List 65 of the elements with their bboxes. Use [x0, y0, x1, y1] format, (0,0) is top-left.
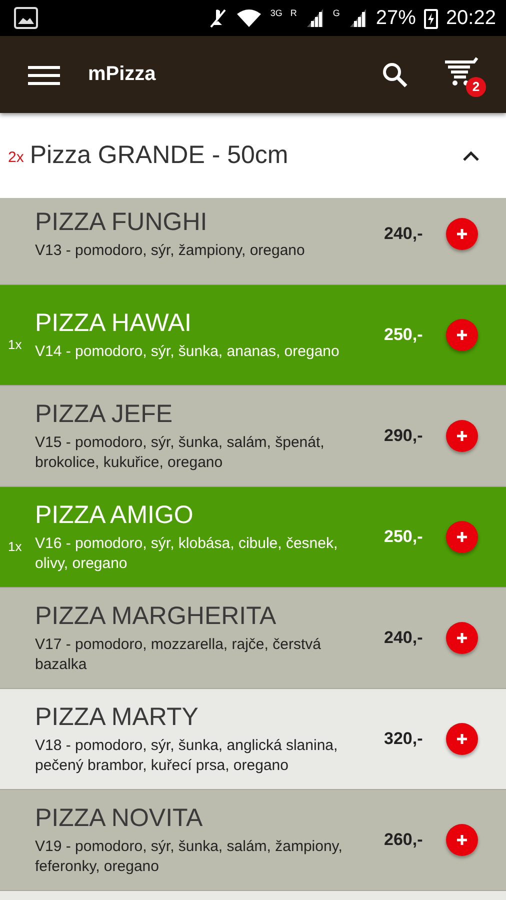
menu-item[interactable]: PIZZA FUNGHI V13 - pomodoro, sýr, žampiony, oregano 240,- [0, 198, 506, 285]
plus-icon [456, 834, 468, 846]
category-count: 2x [8, 149, 24, 166]
item-name: PIZZA NOVITA [35, 804, 204, 832]
signal-icon [348, 7, 368, 29]
item-name: PIZZA MARTY [35, 702, 200, 732]
item-description: V13 - pomodoro, sýr, žampiony, oregano [35, 240, 306, 260]
item-count: 1x [8, 539, 23, 554]
item-name: PIZZA AMIGO [35, 500, 194, 530]
menu-icon [28, 64, 60, 86]
item-name: PIZZA MARGHERITA [35, 602, 278, 630]
item-name: PIZZA JEFE [35, 400, 174, 428]
item-description: V18 - pomodoro, sýr, šunka, anglická slanina, pečený brambor, kuřecí prsa, oregano [35, 736, 339, 776]
add-button[interactable] [446, 824, 478, 856]
add-button[interactable] [446, 420, 478, 452]
item-description: V19 - pomodoro, sýr, šunka, salám, žampiony, feferonky, oregano [35, 836, 344, 876]
item-price: 290,- [384, 426, 424, 446]
menu-item[interactable]: 1x PIZZA AMIGO V16 - pomodoro, sýr, klobása, cibule, česnek, olivy, oregano 250,- [0, 487, 506, 588]
item-price: 240,- [384, 628, 424, 648]
menu-item[interactable]: PIZZA NOVITA V19 - pomodoro, sýr, šunka, salám, žampiony, feferonky, oregano 260,- [0, 790, 506, 891]
add-button[interactable] [446, 622, 478, 654]
image-icon [14, 7, 38, 29]
item-description: V16 - pomodoro, sýr, klobása, cibule, česnek, olivy, oregano [35, 534, 339, 574]
plus-icon [456, 733, 468, 745]
item-price: 250,- [384, 325, 424, 345]
network-label: G [332, 8, 340, 18]
cart-button[interactable]: 2 [442, 52, 486, 96]
item-price: 260,- [384, 830, 424, 850]
battery-icon [424, 7, 438, 29]
mute-icon [208, 7, 228, 29]
item-price: 320,- [384, 729, 424, 749]
plus-icon [456, 632, 468, 644]
item-name: PIZZA FUNGHI [35, 208, 208, 236]
app-title: mPizza [88, 63, 157, 86]
search-icon [382, 62, 408, 88]
wifi-icon [236, 8, 262, 28]
item-count: 1x [8, 337, 23, 352]
item-price: 240,- [384, 224, 424, 244]
clock: 20:22 [446, 6, 496, 30]
plus-icon [456, 430, 468, 442]
signal-icon [304, 7, 325, 29]
item-price: 250,- [384, 527, 424, 547]
chevron-up-icon [462, 150, 480, 162]
search-button[interactable] [382, 62, 408, 88]
item-description: V14 - pomodoro, sýr, šunka, ananas, oregano [35, 342, 340, 362]
item-description: V17 - pomodoro, mozzarella, rajče, čerstvá bazalka [35, 634, 322, 674]
add-button[interactable] [446, 521, 478, 553]
menu-button[interactable] [28, 64, 60, 86]
menu-item[interactable]: PIZZA MARGHERITA V17 - pomodoro, mozzarella, rajče, čerstvá bazalka 240,- [0, 588, 506, 689]
roaming-label: R [290, 8, 297, 18]
category-title: Pizza GRANDE - 50cm [30, 141, 290, 170]
plus-icon [456, 329, 468, 341]
item-description: V15 - pomodoro, sýr, šunka, salám, špenát, brokolice, kukuřice, oregano [35, 432, 326, 472]
collapse-button[interactable] [462, 150, 480, 162]
battery-percent: 27% [376, 6, 416, 30]
add-button[interactable] [446, 319, 478, 351]
menu-item[interactable]: 1x PIZZA HAWAI V14 - pomodoro, sýr, šunka, ananas, oregano 250,- [0, 285, 506, 386]
add-button[interactable] [446, 218, 478, 250]
menu-item[interactable]: PIZZA JEFE V15 - pomodoro, sýr, šunka, salám, špenát, brokolice, kukuřice, oregano 290,- [0, 386, 506, 487]
plus-icon [456, 228, 468, 240]
add-button[interactable] [446, 723, 478, 755]
cart-count-badge: 2 [466, 76, 486, 96]
plus-icon [456, 531, 468, 543]
network-label: 3G [270, 8, 282, 18]
item-name: PIZZA HAWAI [35, 308, 192, 338]
